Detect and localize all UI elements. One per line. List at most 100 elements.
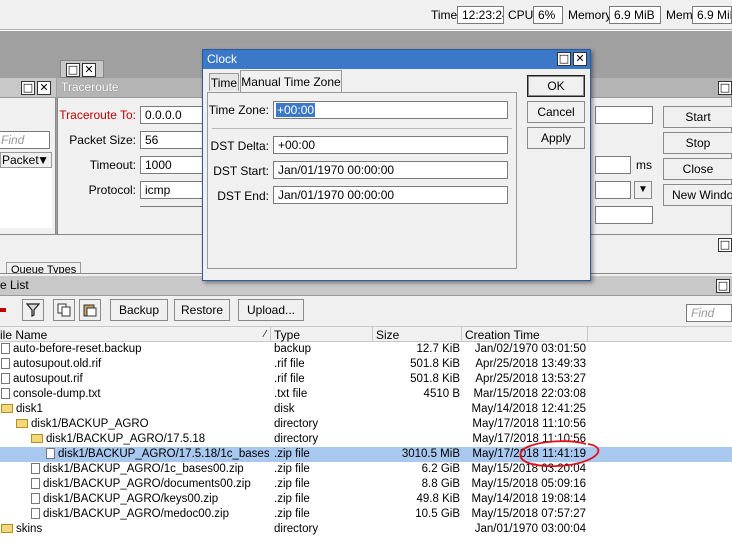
timeout-field[interactable]: 1000 [140, 156, 204, 174]
file-table-header: ile Name ⁄ Type Size Creation Time [0, 326, 732, 343]
upload-button[interactable]: Upload... [238, 299, 304, 321]
file-type-cell: .zip file [274, 448, 310, 460]
table-row[interactable]: disk1/BACKUP_AGRO/medoc00.zip .zip file 10… [0, 507, 732, 522]
file-icon [31, 463, 40, 474]
file-size-cell: 10.5 GiB [415, 508, 460, 520]
memory2-value: 6.9 MiB [692, 6, 732, 24]
dropdown-arrow-icon[interactable]: ▼ [37, 153, 49, 167]
copy-button[interactable] [53, 299, 75, 321]
packet-label: Packet [2, 153, 39, 167]
restore-icon[interactable]: □ [66, 63, 80, 77]
file-creation-time-cell: May/15/2018 07:57:27 [471, 508, 586, 520]
restore-icon[interactable]: □ [716, 279, 730, 293]
time-value: 12:23:24 [457, 6, 504, 24]
file-type-cell: backup [274, 343, 312, 355]
file-type-cell: .rif file [274, 358, 305, 370]
file-type-cell: .zip file [274, 478, 310, 490]
table-row[interactable]: disk1/BACKUP_AGRO/17.5.18 directory May/17… [0, 432, 732, 447]
stop-button[interactable]: Stop [663, 132, 732, 154]
close-icon[interactable]: ✕ [573, 52, 587, 66]
table-row[interactable]: console-dump.txt .txt file 4510 B Mar/15/20… [0, 387, 732, 402]
file-name: disk1/BACKUP_AGRO/keys00.zip [43, 493, 219, 505]
file-icon [1, 388, 10, 399]
tab-time[interactable]: Time [209, 73, 239, 91]
traceroute-right-field-3[interactable] [595, 181, 631, 199]
paste-icon [83, 304, 97, 317]
file-name-cell: disk1/BACKUP_AGRO/1c_bases00.zip [31, 462, 269, 477]
file-size-cell [374, 522, 460, 537]
filter-button[interactable] [22, 299, 44, 321]
apply-button[interactable]: Apply [527, 127, 585, 149]
table-row[interactable]: disk1/BACKUP_AGRO directory May/17/2018 11… [0, 417, 732, 432]
sort-indicator-icon: ⁄ [264, 329, 266, 340]
file-size-cell: 8.8 GiB [421, 478, 460, 490]
column-header-creation-time[interactable]: Creation Time [462, 327, 588, 343]
dst-delta-field[interactable]: +00:00 [273, 136, 508, 154]
traceroute-to-label: Traceroute To: [59, 108, 136, 122]
table-row[interactable]: disk1/BACKUP_AGRO/documents00.zip .zip fi… [0, 477, 732, 492]
table-row[interactable]: autosupout.old.rif .rif file 501.8 KiB Apr/… [0, 357, 732, 372]
file-size-cell: 501.8 KiB [410, 373, 460, 385]
close-icon[interactable]: ✕ [37, 81, 51, 95]
file-type-cell: .zip file [274, 463, 310, 475]
restore-icon[interactable]: □ [718, 81, 732, 95]
file-size-cell: 6.2 GiB [421, 463, 460, 475]
close-button[interactable]: Close [663, 158, 732, 180]
dst-end-field[interactable]: Jan/01/1970 00:00:00 [273, 186, 508, 204]
protocol-dropdown-button[interactable]: ▼ [634, 181, 652, 199]
file-icon [31, 508, 40, 519]
column-header-type[interactable]: Type [271, 327, 373, 343]
folder-icon [1, 524, 13, 533]
traceroute-right-field-2[interactable] [595, 156, 631, 174]
restore-icon[interactable]: □ [557, 52, 571, 66]
dst-delta-label: DST Delta: [210, 139, 269, 153]
file-size-cell [374, 402, 460, 417]
table-row[interactable]: disk1/BACKUP_AGRO/17.5.18/1c_bases... .zi… [0, 447, 732, 462]
table-row[interactable]: skins directory Jan/01/1970 03:00:04 [0, 522, 732, 537]
file-creation-time-cell: Jan/01/1970 03:00:04 [474, 523, 586, 535]
traceroute-right-field-4[interactable] [595, 206, 653, 224]
table-row[interactable]: disk1/BACKUP_AGRO/keys00.zip .zip file 49.… [0, 492, 732, 507]
paste-button[interactable] [79, 299, 101, 321]
dst-start-label: DST Start: [213, 164, 269, 178]
column-header-name[interactable]: ile Name ⁄ [0, 327, 271, 343]
table-row[interactable]: auto-before-reset.backup backup 12.7 KiB Ja… [0, 342, 732, 357]
folder-icon [1, 404, 13, 413]
file-type-cell: .zip file [274, 508, 310, 520]
file-name-cell: disk1/BACKUP_AGRO/17.5.18/1c_bases... [46, 447, 269, 462]
packet-size-field[interactable]: 56 [140, 131, 204, 149]
time-zone-field[interactable]: +00:00 [273, 101, 508, 119]
restore-button[interactable]: Restore [174, 299, 230, 321]
column-header-size[interactable]: Size [373, 327, 462, 343]
remove-icon[interactable] [0, 308, 6, 312]
restore-icon[interactable]: □ [718, 238, 732, 252]
file-icon [46, 448, 55, 459]
ms-label: ms [636, 158, 652, 172]
file-find-input[interactable]: Find [686, 304, 732, 322]
table-row[interactable]: disk1/BACKUP_AGRO/1c_bases00.zip .zip fil… [0, 462, 732, 477]
ok-button[interactable]: OK [527, 75, 585, 97]
traceroute-to-field[interactable]: 0.0.0.0 [140, 106, 204, 124]
table-row[interactable]: autosupout.rif .rif file 501.8 KiB Apr/25/2… [0, 372, 732, 387]
file-size-cell: 12.7 KiB [416, 343, 460, 355]
restore-icon[interactable]: □ [21, 81, 35, 95]
cut-off-field [140, 206, 204, 214]
tab-manual-time-zone[interactable]: Manual Time Zone [240, 70, 342, 92]
find-input[interactable]: Find [0, 131, 50, 149]
protocol-field[interactable]: icmp [140, 181, 204, 199]
copy-icon [57, 303, 71, 317]
close-icon[interactable]: ✕ [82, 63, 96, 77]
table-row[interactable]: disk1 disk May/14/2018 12:41:25 [0, 402, 732, 417]
file-type-cell: .rif file [274, 373, 305, 385]
new-window-button[interactable]: New Window [663, 184, 732, 206]
file-icon [1, 343, 10, 354]
cancel-button[interactable]: Cancel [527, 101, 585, 123]
file-name: autosupout.old.rif [13, 358, 102, 370]
dst-start-field[interactable]: Jan/01/1970 00:00:00 [273, 161, 508, 179]
filter-icon [25, 303, 41, 317]
backup-button[interactable]: Backup [110, 299, 168, 321]
clock-title: Clock [207, 52, 238, 66]
file-name: disk1/BACKUP_AGRO/1c_bases00.zip [43, 463, 244, 475]
start-button[interactable]: Start [663, 106, 732, 128]
traceroute-right-field-1[interactable] [595, 106, 653, 124]
